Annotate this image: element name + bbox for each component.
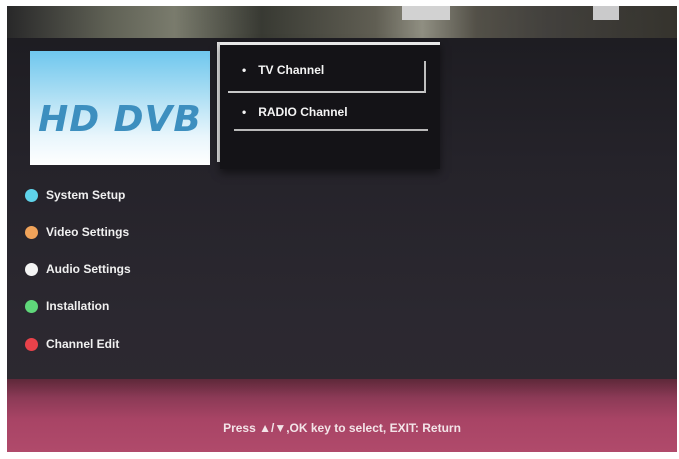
- menu-item-audio-settings[interactable]: Audio Settings: [25, 262, 131, 276]
- selection-edge: [424, 61, 426, 93]
- bullet-icon: •: [242, 63, 247, 77]
- menu-item-label: Channel Edit: [46, 337, 120, 351]
- glare-patch: [402, 6, 450, 20]
- submenu-item-label: RADIO Channel: [258, 105, 348, 119]
- cyan-bullet-icon: [25, 188, 38, 202]
- white-bullet-icon: [25, 262, 38, 276]
- menu-item-installation[interactable]: Installation: [25, 299, 109, 313]
- menu-item-channel-edit[interactable]: Channel Edit: [25, 337, 119, 351]
- menu-item-label: Installation: [46, 299, 110, 313]
- menu-item-video-settings[interactable]: Video Settings: [25, 225, 129, 239]
- menu-item-label: System Setup: [46, 188, 126, 202]
- menu-item-system-setup[interactable]: System Setup: [25, 188, 125, 202]
- submenu-item-radio-channel[interactable]: • RADIO Channel: [242, 105, 348, 119]
- submenu-panel: • TV Channel • RADIO Channel: [220, 42, 440, 169]
- submenu-item-tv-channel[interactable]: • TV Channel: [242, 63, 324, 77]
- background-image-strip: [7, 6, 677, 38]
- help-footer: Press ▲/▼,OK key to select, EXIT: Return: [7, 379, 677, 452]
- tv-screen: HD DVB • TV Channel • RADIO Channel System…: [7, 6, 677, 452]
- menu-item-label: Audio Settings: [46, 262, 131, 276]
- green-bullet-icon: [25, 299, 38, 313]
- hd-dvb-logo: HD DVB: [30, 51, 210, 165]
- glare-patch: [593, 6, 619, 20]
- red-bullet-icon: [25, 337, 38, 351]
- submenu-item-label: TV Channel: [258, 63, 325, 77]
- orange-bullet-icon: [25, 225, 38, 239]
- footer-hint: Press ▲/▼,OK key to select, EXIT: Return: [223, 421, 461, 435]
- logo-text: HD DVB: [38, 99, 202, 140]
- menu-item-label: Video Settings: [46, 225, 130, 239]
- selection-underline: [228, 91, 426, 93]
- bullet-icon: •: [242, 105, 247, 119]
- submenu-divider-line: [234, 129, 428, 131]
